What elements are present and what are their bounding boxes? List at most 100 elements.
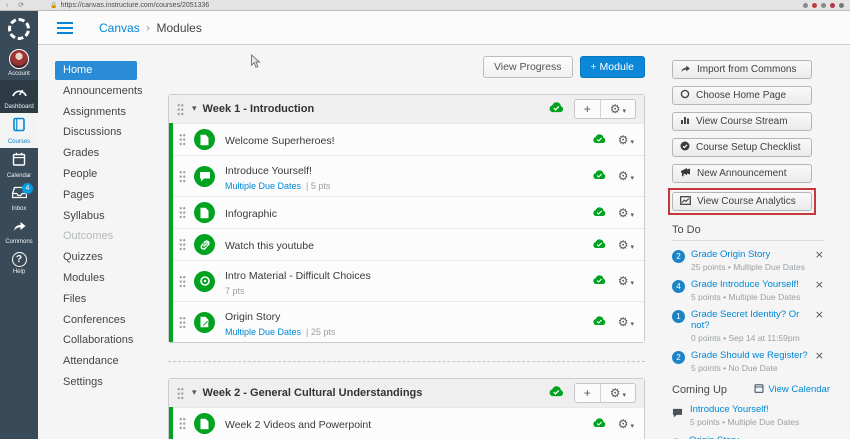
dismiss-icon[interactable]: ×: [815, 279, 824, 290]
item-settings-button[interactable]: ⚙ ▾: [618, 131, 634, 149]
published-cloud-icon[interactable]: [548, 384, 565, 402]
todo-link[interactable]: Grade Secret Identity? Or not?: [691, 309, 815, 331]
item-title-link[interactable]: Introduce Yourself!: [225, 165, 312, 177]
drag-handle[interactable]: [177, 102, 184, 116]
item-settings-button[interactable]: ⚙ ▾: [618, 313, 634, 331]
extension-icon[interactable]: [803, 2, 808, 8]
item-settings-button[interactable]: ⚙ ▾: [618, 415, 634, 433]
multiple-due-dates-link[interactable]: Multiple Due Dates: [225, 181, 301, 191]
item-title-link[interactable]: Welcome Superheroes!: [225, 135, 335, 147]
multiple-due-dates-link[interactable]: Multiple Due Dates: [225, 327, 301, 337]
course-nav-collaborations[interactable]: Collaborations: [55, 331, 173, 350]
drag-handle[interactable]: [179, 315, 186, 329]
dismiss-icon[interactable]: ×: [815, 309, 824, 320]
course-nav-syllabus[interactable]: Syllabus: [55, 207, 173, 226]
view-course-stream-button[interactable]: View Course Stream: [672, 112, 812, 131]
module-drop-divider: [168, 361, 645, 362]
add-module-button[interactable]: + Module: [579, 56, 645, 78]
global-nav-inbox[interactable]: 4 Inbox: [0, 182, 38, 215]
page-icon: [194, 202, 215, 223]
extension-icon[interactable]: [812, 2, 817, 8]
todo-link[interactable]: Grade Origin Story: [691, 249, 815, 260]
course-nav-modules[interactable]: Modules: [55, 269, 173, 288]
collapse-caret-icon[interactable]: ▾: [192, 104, 197, 114]
extension-icon[interactable]: [839, 2, 844, 8]
item-settings-button[interactable]: ⚙ ▾: [618, 204, 634, 222]
course-nav-outcomes[interactable]: Outcomes: [55, 227, 173, 246]
browser-extension-icons[interactable]: [803, 2, 844, 8]
course-nav-discussions[interactable]: Discussions: [55, 123, 173, 142]
new-announcement-button[interactable]: New Announcement: [672, 164, 812, 183]
global-nav-commons[interactable]: Commons: [0, 215, 38, 248]
course-nav-people[interactable]: People: [55, 165, 173, 184]
global-nav-courses[interactable]: Courses: [0, 113, 38, 148]
course-nav-quizzes[interactable]: Quizzes: [55, 248, 173, 267]
view-progress-button[interactable]: View Progress: [482, 56, 573, 78]
drag-handle[interactable]: [179, 238, 186, 251]
item-title-link[interactable]: Origin Story: [225, 311, 280, 323]
canvas-logo-icon[interactable]: [8, 18, 30, 40]
course-nav-files[interactable]: Files: [55, 290, 173, 309]
global-nav-dashboard[interactable]: Dashboard: [0, 80, 38, 113]
add-item-button[interactable]: +: [575, 384, 600, 402]
todo-link[interactable]: Grade Introduce Yourself!: [691, 279, 815, 290]
drag-handle[interactable]: [179, 206, 186, 219]
course-nav-pages[interactable]: Pages: [55, 186, 173, 205]
view-course-analytics-button[interactable]: View Course Analytics: [672, 192, 812, 211]
item-settings-button[interactable]: ⚙ ▾: [618, 272, 634, 290]
drag-handle[interactable]: [177, 386, 184, 400]
coming-up-link[interactable]: Origin Story: [689, 435, 828, 439]
published-cloud-icon[interactable]: [592, 204, 607, 222]
course-nav-grades[interactable]: Grades: [55, 144, 173, 163]
course-setup-checklist-button[interactable]: Course Setup Checklist: [672, 138, 812, 157]
drag-handle[interactable]: [179, 417, 186, 430]
dismiss-icon[interactable]: ×: [815, 350, 824, 361]
published-cloud-icon[interactable]: [592, 313, 607, 331]
item-title-link[interactable]: Intro Material - Difficult Choices: [225, 270, 371, 282]
course-nav-assignments[interactable]: Assignments: [55, 103, 173, 122]
published-cloud-icon[interactable]: [548, 100, 565, 118]
drag-handle[interactable]: [179, 133, 186, 146]
drag-handle[interactable]: [179, 274, 186, 288]
course-nav-settings[interactable]: Settings: [55, 373, 173, 392]
course-nav-attendance[interactable]: Attendance: [55, 352, 173, 371]
module-settings-button[interactable]: ⚙ ▾: [599, 100, 635, 118]
hamburger-menu-icon[interactable]: [57, 21, 73, 24]
item-settings-button[interactable]: ⚙ ▾: [618, 167, 634, 185]
global-nav-help[interactable]: ? Help: [0, 248, 38, 278]
published-cloud-icon[interactable]: [592, 415, 607, 433]
published-cloud-icon[interactable]: [592, 167, 607, 185]
browser-nav-icons[interactable]: ‹ ⟳: [6, 1, 28, 9]
course-nav-conferences[interactable]: Conferences: [55, 311, 173, 330]
item-title-link[interactable]: Infographic: [225, 208, 277, 220]
todo-link[interactable]: Grade Should we Register?: [691, 350, 815, 361]
published-cloud-icon[interactable]: [592, 272, 607, 290]
import-from-commons-button[interactable]: Import from Commons: [672, 60, 812, 79]
module-settings-button[interactable]: ⚙ ▾: [599, 384, 635, 402]
module-item-row: Intro Material - Difficult Choices 7 pts…: [173, 260, 644, 301]
calendar-icon: [12, 152, 26, 171]
courses-icon: [12, 117, 26, 137]
item-settings-button[interactable]: ⚙ ▾: [618, 236, 634, 254]
page-icon: [194, 129, 215, 150]
global-nav-account[interactable]: Account: [0, 45, 38, 80]
commons-share-icon: [12, 219, 27, 237]
item-title-link[interactable]: Week 2 Videos and Powerpoint: [225, 419, 371, 431]
add-item-button[interactable]: +: [575, 100, 600, 118]
view-calendar-link[interactable]: View Calendar: [754, 383, 830, 396]
course-nav-home[interactable]: Home: [55, 61, 137, 80]
global-nav-calendar[interactable]: Calendar: [0, 148, 38, 182]
choose-home-page-button[interactable]: Choose Home Page: [672, 86, 812, 105]
drag-handle[interactable]: [179, 169, 186, 183]
extension-icon[interactable]: [821, 2, 826, 8]
url-bar[interactable]: https://canvas.instructure.com/courses/2…: [61, 2, 210, 9]
coming-up-link[interactable]: Introduce Yourself!: [690, 404, 828, 415]
published-cloud-icon[interactable]: [592, 236, 607, 254]
item-title-link[interactable]: Watch this youtube: [225, 240, 314, 252]
collapse-caret-icon[interactable]: ▾: [192, 388, 197, 398]
dismiss-icon[interactable]: ×: [815, 249, 824, 260]
published-cloud-icon[interactable]: [592, 131, 607, 149]
course-nav-announcements[interactable]: Announcements: [55, 82, 173, 101]
breadcrumb-course-link[interactable]: Canvas: [99, 21, 140, 35]
extension-icon[interactable]: [830, 2, 835, 8]
